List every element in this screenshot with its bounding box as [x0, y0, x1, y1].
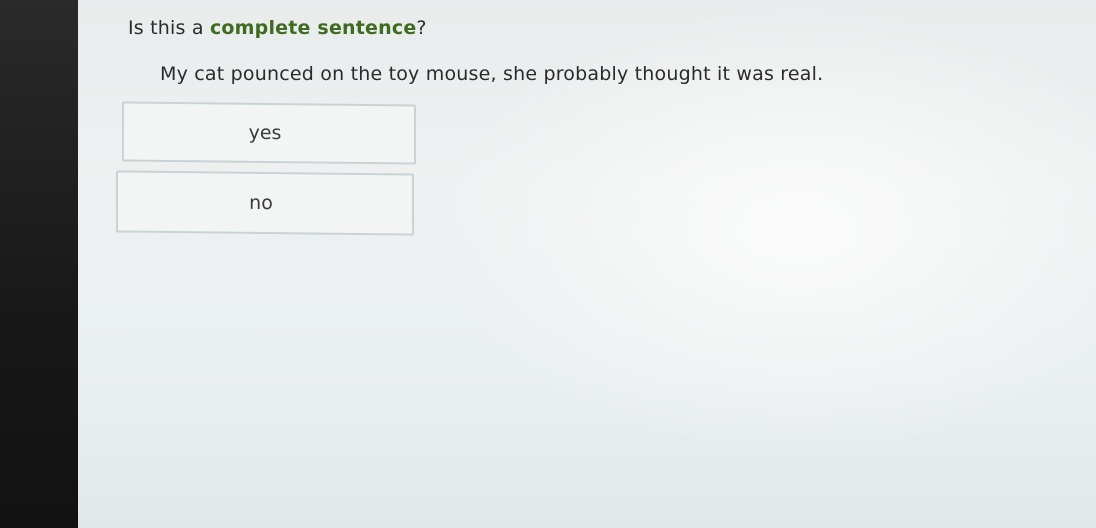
question-suffix: ?	[416, 17, 427, 39]
question-prefix: Is this a	[128, 17, 210, 39]
question-emphasis: complete sentence	[209, 17, 417, 39]
answer-choice-yes-label: yes	[248, 121, 282, 145]
answer-choice-no-label: no	[249, 191, 273, 215]
answer-choice-no[interactable]: no	[116, 170, 414, 236]
question-prompt: Is this a complete sentence?	[128, 17, 427, 39]
screen: Is this a complete sentence? My cat poun…	[78, 0, 1096, 528]
example-sentence: My cat pounced on the toy mouse, she pro…	[160, 63, 824, 85]
answer-choice-yes[interactable]: yes	[122, 101, 416, 165]
